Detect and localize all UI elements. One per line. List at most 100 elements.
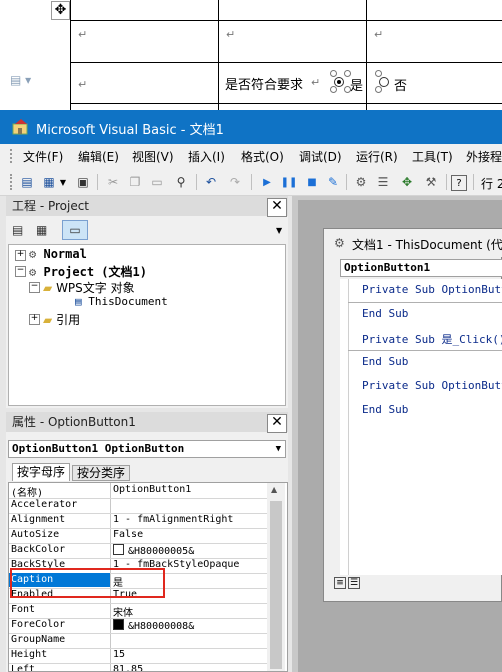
property-scrollbar[interactable]: ▲: [267, 483, 285, 671]
property-row[interactable]: Alignment 1 - fmAlignmentRight: [9, 513, 267, 529]
tab-categorized[interactable]: 按分类序: [72, 465, 131, 481]
caption-highlight: [10, 568, 165, 598]
properties-panel-title: 属性 - OptionButton1: [6, 412, 288, 432]
code-line: Private Sub 是_Click(): [362, 333, 502, 346]
redo-icon[interactable]: ↷: [226, 173, 244, 191]
undo-icon[interactable]: ↶: [202, 173, 220, 191]
expand-icon[interactable]: +: [29, 314, 40, 325]
para-mark: ↵: [78, 78, 88, 91]
copy-icon[interactable]: ❐: [126, 173, 144, 191]
property-row[interactable]: ForeColor &H80000008&: [9, 618, 267, 634]
full-module-view-icon[interactable]: ☰: [348, 577, 360, 589]
option-no-label: 否: [394, 79, 408, 94]
property-name: (名称): [11, 488, 44, 499]
vba-window-title: Microsoft Visual Basic - 文档1: [36, 123, 224, 138]
insert-userform-icon[interactable]: ▦: [40, 173, 58, 191]
menu-view[interactable]: 视图(V): [132, 148, 174, 165]
menu-format[interactable]: 格式(O): [241, 148, 284, 165]
vba-app-icon: [12, 118, 30, 136]
menu-file[interactable]: 文件(F): [23, 148, 63, 165]
menu-edit[interactable]: 编辑(E): [78, 148, 119, 165]
scroll-thumb[interactable]: [270, 501, 282, 669]
menu-tools[interactable]: 工具(T): [412, 148, 453, 165]
code-line: End Sub: [362, 403, 409, 416]
page-icon[interactable]: ▤ ▾: [10, 73, 31, 87]
expand-icon[interactable]: +: [15, 250, 26, 261]
property-row[interactable]: Font 宋体: [9, 603, 267, 619]
cursor-position: 行 2: [481, 177, 502, 191]
radio-dot-icon: [379, 77, 389, 87]
collapse-icon[interactable]: −: [29, 282, 40, 293]
menu-addins[interactable]: 外接程: [466, 148, 502, 165]
properties-panel: 属性 - OptionButton1 ✕ OptionButton1 Optio…: [6, 412, 288, 672]
close-icon[interactable]: ✕: [267, 198, 287, 217]
radio-dot-icon: [334, 77, 344, 87]
move-table-handle[interactable]: ✥: [51, 1, 70, 20]
run-icon[interactable]: ▶: [258, 173, 276, 191]
menu-insert[interactable]: 插入(I): [188, 148, 225, 165]
chevron-down-icon: ▼: [275, 444, 281, 454]
stop-icon[interactable]: ■: [303, 173, 321, 191]
property-row[interactable]: GroupName: [9, 633, 267, 649]
vb-project-icon: ⚙: [29, 265, 37, 279]
tree-item-project[interactable]: ⚙ Project (文档1): [29, 263, 147, 280]
code-separator: [348, 302, 502, 303]
tab-alphabetic[interactable]: 按字母序: [12, 463, 71, 481]
menu-run[interactable]: 运行(R): [356, 148, 398, 165]
view-document-icon[interactable]: ▤: [18, 173, 36, 191]
project-explorer-icon[interactable]: ⚙: [352, 173, 370, 191]
paste-icon[interactable]: ▭: [148, 173, 166, 191]
collapse-icon[interactable]: −: [15, 266, 26, 277]
toolbar-grip: [10, 174, 13, 190]
save-icon[interactable]: ▣: [74, 173, 92, 191]
property-row[interactable]: (名称) OptionButton1: [9, 483, 267, 499]
vba-titlebar[interactable]: Microsoft Visual Basic - 文档1: [0, 110, 502, 144]
property-value: False: [113, 529, 144, 540]
color-swatch: [113, 619, 124, 630]
code-window-titlebar[interactable]: ⚙ 文档1 - ThisDocument (代码): [324, 229, 502, 257]
property-row[interactable]: Height 15: [9, 648, 267, 664]
toolbox-icon[interactable]: ⚒: [422, 173, 440, 191]
property-value: 81.85: [113, 664, 144, 672]
option-button-no[interactable]: 否: [375, 70, 415, 94]
code-window-title: 文档1 - ThisDocument (代码): [352, 238, 502, 252]
option-yes-label: 是: [350, 79, 364, 94]
menu-grip: [10, 149, 13, 163]
close-icon[interactable]: ✕: [267, 414, 287, 433]
pause-icon[interactable]: ❚❚: [280, 173, 298, 191]
code-separator: [348, 350, 502, 351]
scroll-up-arrow-icon[interactable]: ▲: [271, 485, 277, 494]
cut-icon[interactable]: ✂: [104, 173, 122, 191]
find-icon[interactable]: ⚲: [172, 173, 190, 191]
question-text: 是否符合要求: [225, 78, 304, 93]
object-select[interactable]: OptionButton1 OptionButton ▼: [8, 440, 286, 458]
view-code-icon[interactable]: ▤: [12, 223, 28, 239]
tree-item-normal[interactable]: ⚙ Normal: [29, 247, 87, 261]
scroll-down-arrow-icon[interactable]: ▼: [276, 226, 282, 235]
dropdown-arrow-icon[interactable]: ▼: [58, 173, 68, 191]
property-row[interactable]: AutoSize False: [9, 528, 267, 544]
menu-debug[interactable]: 调试(D): [299, 148, 342, 165]
procedure-view-icon[interactable]: ≡: [334, 577, 346, 589]
tree-item-thisdocument[interactable]: ▤ ThisDocument: [75, 295, 168, 308]
help-icon[interactable]: ?: [451, 175, 467, 191]
vb-project-icon: ⚙: [29, 247, 37, 261]
property-value: 宋体: [113, 608, 133, 619]
document-icon: ▤: [75, 295, 82, 308]
code-line: End Sub: [362, 307, 409, 320]
toggle-folders-icon[interactable]: ▭: [62, 220, 88, 240]
object-browser-icon[interactable]: ✥: [398, 173, 416, 191]
design-mode-icon[interactable]: ✎: [324, 173, 342, 191]
code-editor[interactable]: [340, 279, 502, 575]
property-value: &H80000008&: [128, 621, 195, 632]
tree-item-references[interactable]: ▰ 引用: [43, 311, 80, 328]
properties-window-icon[interactable]: ☰: [374, 173, 392, 191]
property-row[interactable]: BackColor &H80000005&: [9, 543, 267, 559]
view-object-icon[interactable]: ▦: [36, 223, 52, 239]
tree-item-wps-objects[interactable]: ▰ WPS文字 对象: [43, 279, 135, 296]
property-row[interactable]: Accelerator: [9, 498, 267, 514]
object-dropdown[interactable]: OptionButton1: [340, 259, 502, 277]
property-row[interactable]: Left 81.85: [9, 663, 267, 672]
code-window-icon: ⚙: [334, 236, 345, 250]
folder-open-icon: ▰: [43, 281, 53, 295]
